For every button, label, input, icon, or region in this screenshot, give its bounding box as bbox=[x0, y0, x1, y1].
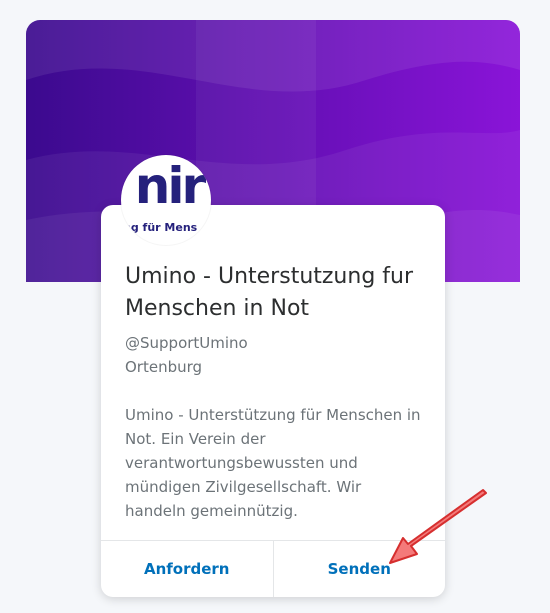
organization-name: Umino - Unterstutzung fur Menschen in No… bbox=[125, 264, 414, 321]
profile-location: Ortenburg bbox=[125, 358, 203, 376]
logo-text: nir bbox=[135, 157, 207, 215]
request-button[interactable]: Anfordern bbox=[101, 541, 273, 597]
avatar[interactable]: nir ng für Mens bbox=[121, 155, 211, 245]
logo-subtext: ng für Mens bbox=[123, 221, 198, 234]
card-body: Umino - Unterstutzung fur Menschen in No… bbox=[125, 205, 425, 523]
red-arrow-icon bbox=[380, 485, 492, 575]
profile-handle: @SupportUmino bbox=[125, 334, 248, 352]
profile-page: Umino - Unterstutzung fur Menschen in No… bbox=[0, 0, 550, 613]
